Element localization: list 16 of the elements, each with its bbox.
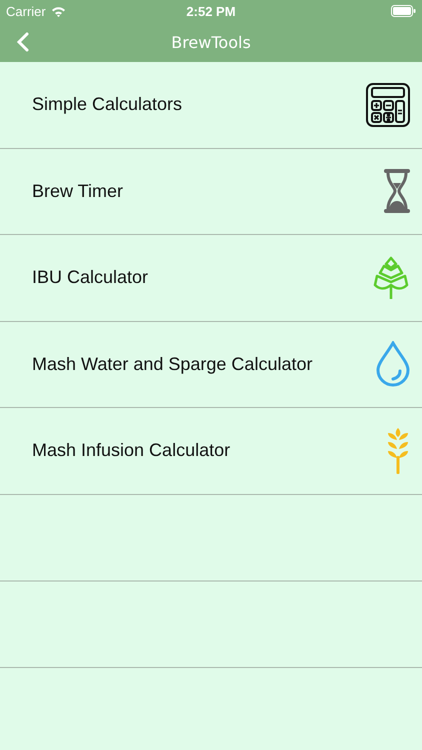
menu-row[interactable]: Simple Calculators <box>0 62 422 148</box>
hourglass-icon <box>384 169 410 214</box>
battery-icon <box>391 5 416 17</box>
menu-row[interactable]: Mash Water and Sparge Calculator <box>0 322 422 408</box>
wheat-icon <box>386 428 410 474</box>
water-drop-icon <box>376 341 410 388</box>
nav-title: BrewTools <box>171 32 251 52</box>
hop-icon <box>372 256 410 300</box>
wifi-icon <box>50 6 66 16</box>
menu-row[interactable]: IBU Calculator <box>0 235 422 322</box>
back-icon[interactable] <box>17 32 29 52</box>
status-time: 2:52 PM <box>185 4 237 18</box>
carrier-name: Carrier <box>6 4 46 18</box>
menu-row[interactable]: Mash Infusion Calculator <box>0 408 422 494</box>
calculator-icon <box>366 82 410 127</box>
menu-row[interactable]: Brew Timer <box>0 148 422 235</box>
